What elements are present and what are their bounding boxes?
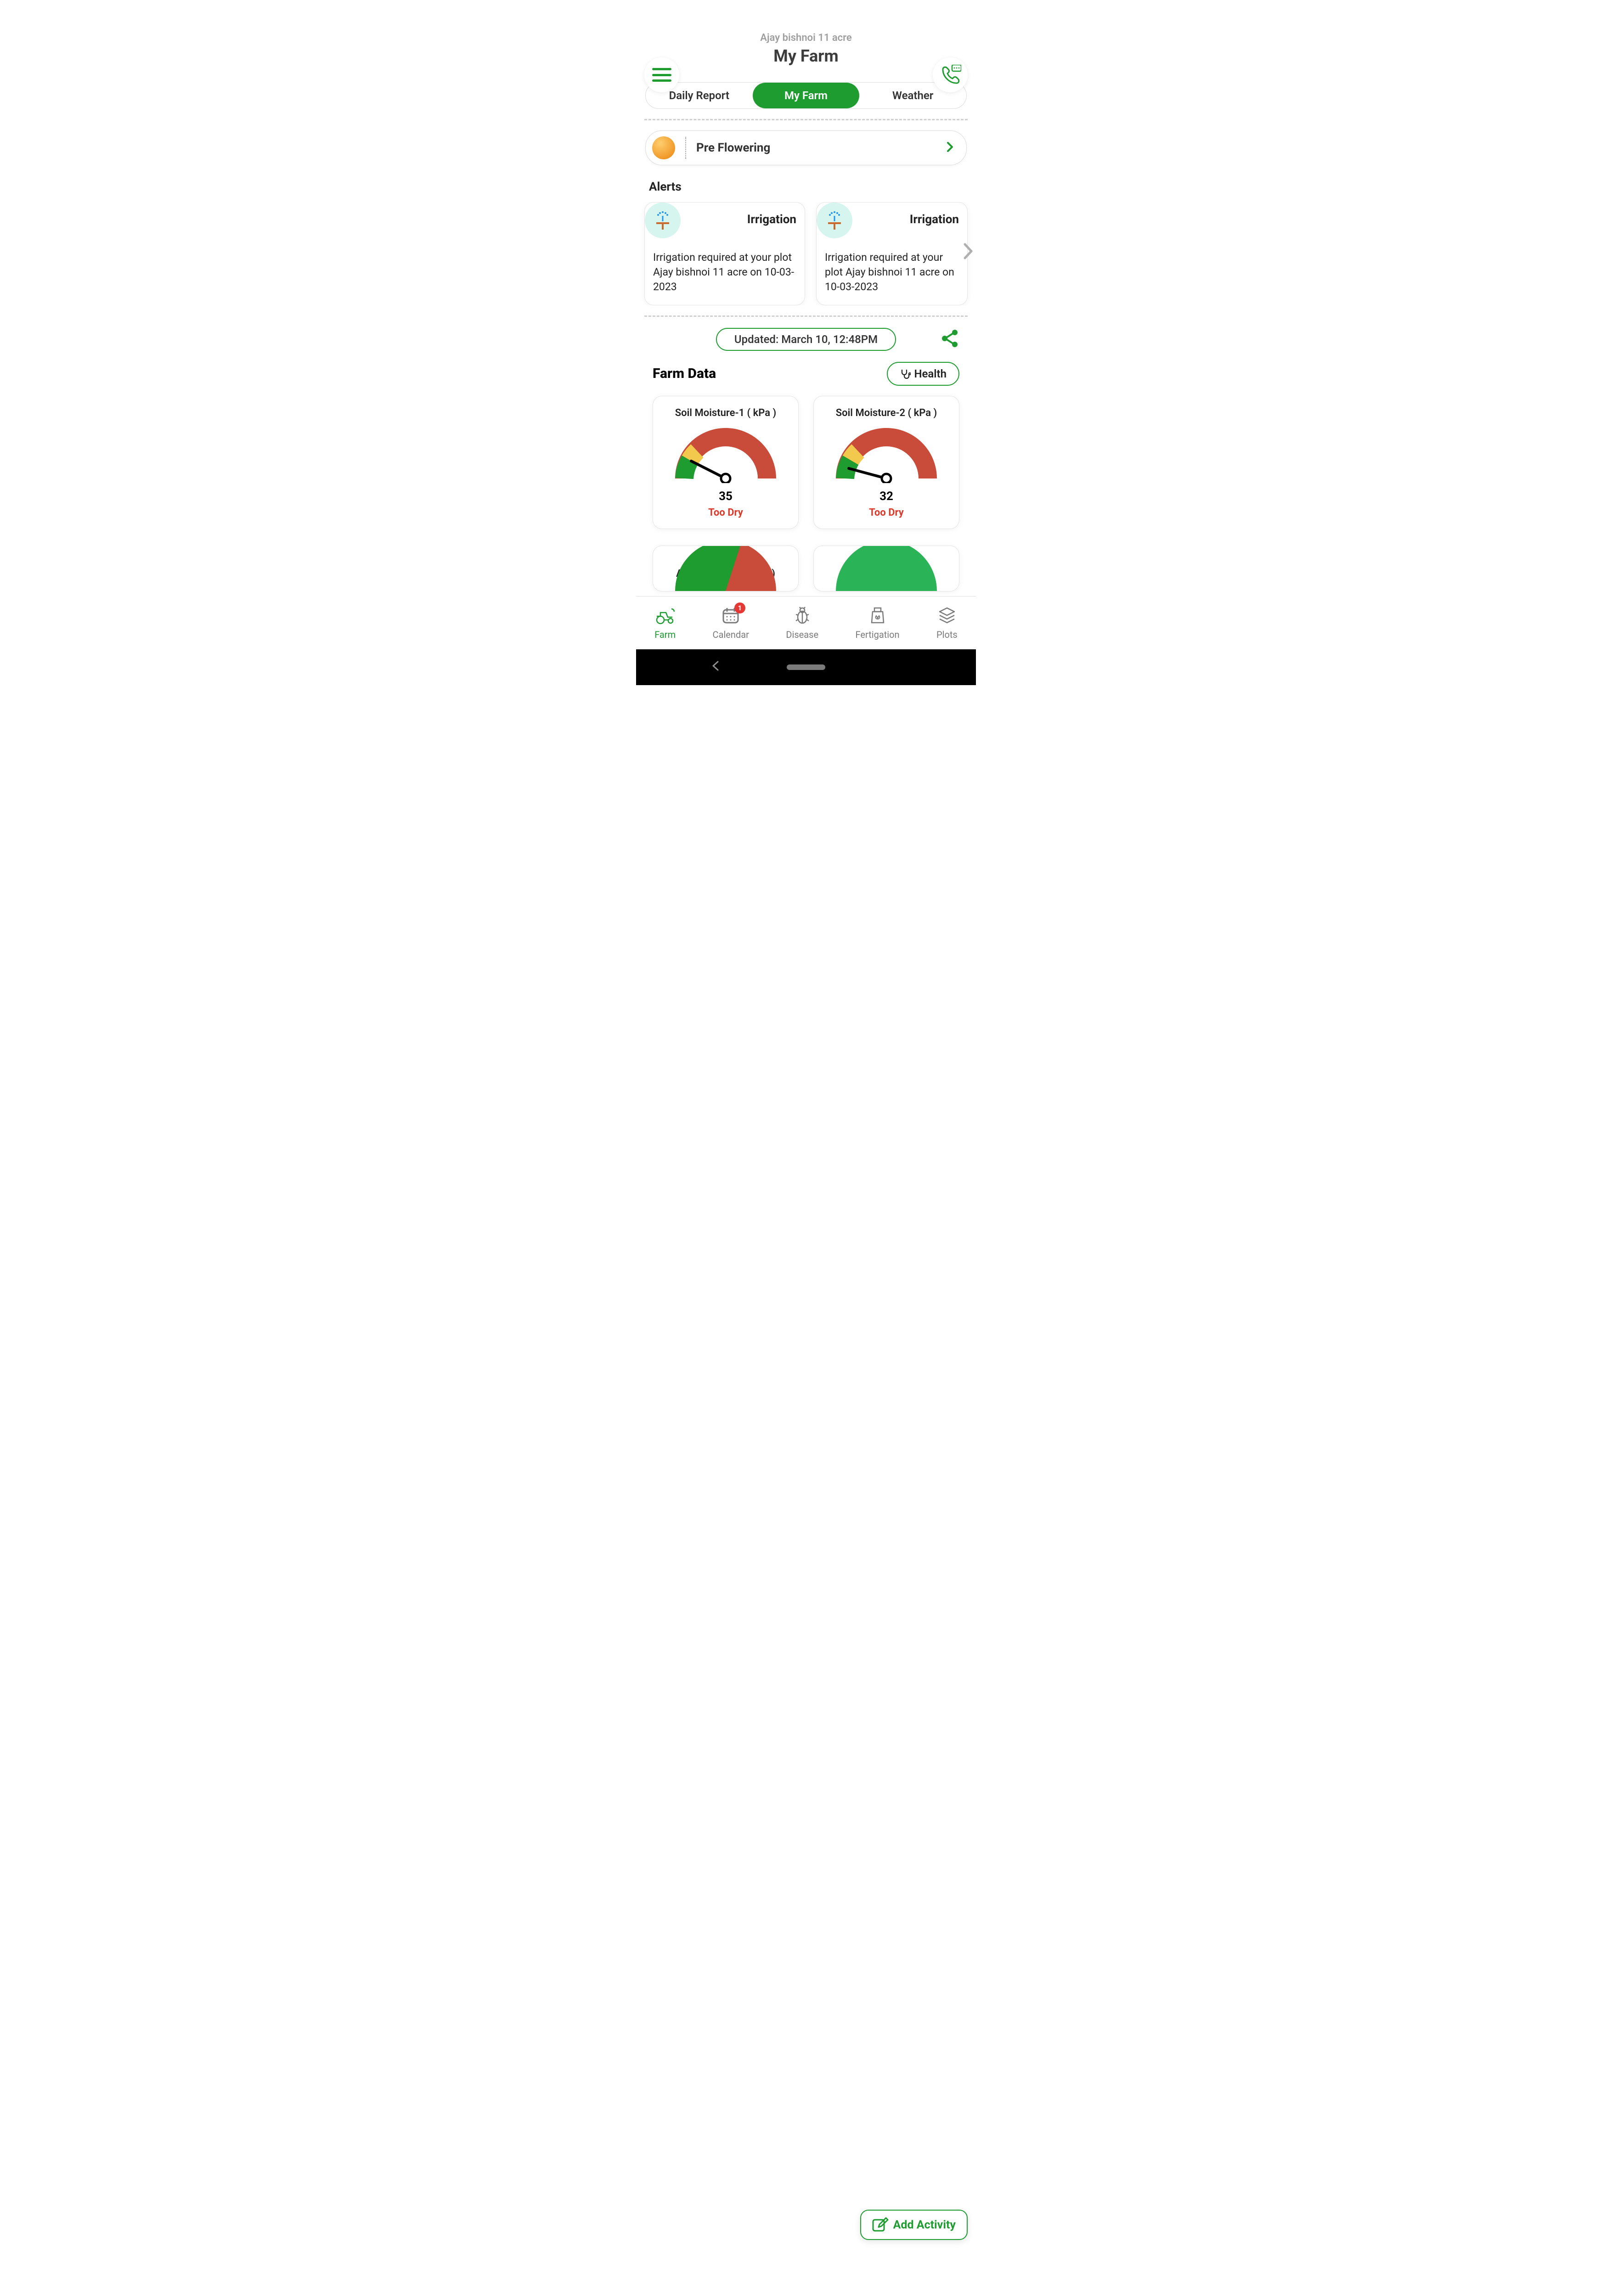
nav-label: Disease <box>786 629 818 640</box>
stethoscope-icon <box>900 368 911 379</box>
updated-timestamp: Updated: March 10, 12:48PM <box>716 328 896 351</box>
alerts-carousel[interactable]: Irrigation Irrigation required at your p… <box>636 202 976 305</box>
farm-data-heading: Farm Data <box>653 366 716 382</box>
nav-label: Fertigation <box>855 629 899 640</box>
alert-card[interactable]: Irrigation Irrigation required at your p… <box>644 202 805 305</box>
alert-card[interactable]: Irrigation Irrigation required at your p… <box>816 202 968 305</box>
tractor-icon <box>655 605 675 625</box>
health-button[interactable]: Health <box>887 362 960 386</box>
farm-name-label: Ajay bishnoi 11 acre <box>644 32 968 44</box>
irrigation-icon <box>817 203 852 238</box>
nav-disease[interactable]: Disease <box>786 605 818 640</box>
irrigation-icon <box>645 203 681 238</box>
fruit-icon <box>652 136 675 159</box>
hamburger-icon <box>652 68 671 82</box>
share-button[interactable] <box>941 329 958 349</box>
gauge-value: 32 <box>819 490 953 503</box>
android-nav-bar <box>636 649 976 685</box>
back-icon[interactable] <box>712 661 719 674</box>
divider <box>685 137 686 159</box>
alerts-heading: Alerts <box>649 180 963 194</box>
gauge-title: Soil Moisture-1 ( kPa ) <box>659 407 793 419</box>
layers-icon <box>937 605 957 625</box>
edit-icon <box>872 2217 889 2233</box>
gauge-value: 35 <box>659 490 793 503</box>
nav-label: Farm <box>654 629 676 640</box>
crop-stage-row[interactable]: Pre Flowering <box>645 130 967 165</box>
gauge-dial <box>675 428 776 483</box>
nav-plots[interactable]: Plots <box>936 605 958 640</box>
fertilizer-icon <box>868 605 888 625</box>
badge: 1 <box>734 602 745 613</box>
add-activity-button[interactable]: Add Activity <box>860 2210 968 2240</box>
nav-calendar[interactable]: 1 Calendar <box>713 605 749 640</box>
page-title: My Farm <box>644 46 968 66</box>
add-activity-label: Add Activity <box>893 2218 956 2232</box>
main-tabs: Daily Report My Farm Weather <box>645 82 967 109</box>
chevron-right-icon[interactable] <box>963 242 973 264</box>
health-button-label: Health <box>914 367 947 380</box>
gauge-status: Too Dry <box>659 507 793 518</box>
gauge-dial <box>836 428 937 483</box>
home-pill[interactable] <box>787 664 825 670</box>
tab-my-farm[interactable]: My Farm <box>753 83 860 108</box>
call-support-button[interactable] <box>933 57 968 92</box>
menu-button[interactable] <box>644 57 679 92</box>
gauge-soil-moisture-1[interactable]: Soil Moisture-1 ( kPa ) 35 Too Dry <box>653 396 799 529</box>
chevron-right-icon <box>946 141 954 156</box>
nav-farm[interactable]: Farm <box>654 605 676 640</box>
nav-label: Calendar <box>713 629 749 640</box>
gauge-title: Soil Moisture-2 ( kPa ) <box>819 407 953 419</box>
alert-body: Irrigation required at your plot Ajay bi… <box>653 250 796 295</box>
gauge-status: Too Dry <box>819 507 953 518</box>
nav-fertigation[interactable]: Fertigation <box>855 605 899 640</box>
phone-chat-icon <box>939 65 961 85</box>
gauge-air[interactable]: Air <box>813 546 959 591</box>
nav-label: Plots <box>936 629 958 640</box>
crop-stage-label: Pre Flowering <box>696 141 936 155</box>
alert-body: Irrigation required at your plot Ajay bi… <box>825 250 959 295</box>
bottom-nav: Farm 1 Calendar Disease Fertigation Plot… <box>636 596 976 649</box>
share-icon <box>941 329 958 348</box>
gauge-soil-moisture-2[interactable]: Soil Moisture-2 ( kPa ) 32 Too Dry <box>813 396 959 529</box>
gauge-air-temperature[interactable]: Air Temperature ( ℃ ) <box>653 546 799 591</box>
bug-icon <box>792 605 812 625</box>
